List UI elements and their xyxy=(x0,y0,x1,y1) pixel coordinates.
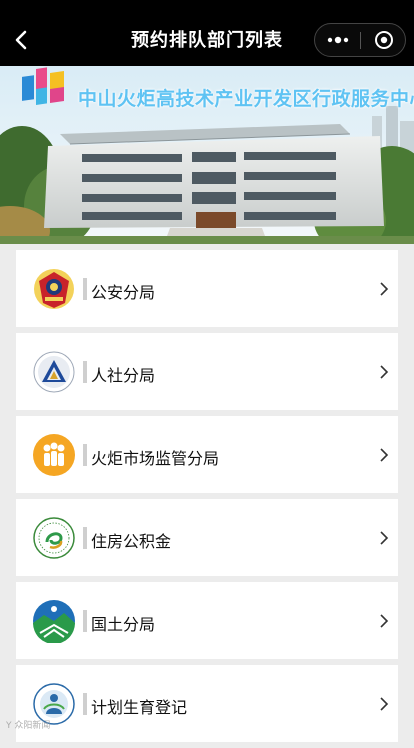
more-dots-icon xyxy=(327,36,348,44)
chevron-right-icon xyxy=(380,614,389,628)
mini-program-capsule xyxy=(314,23,406,57)
item-accent-bar xyxy=(83,444,87,466)
chevron-right-icon xyxy=(380,282,389,296)
department-list: 公安分局 人社分局 火炬市场监管分局 住房公积金 国土分局 计划生育登记 xyxy=(16,250,398,748)
item-accent-bar xyxy=(83,361,87,383)
item-accent-bar xyxy=(83,610,87,632)
department-label: 住房公积金 xyxy=(91,532,172,551)
banner-image: 中山火炬高技术产业开发区行政服务中心 xyxy=(0,66,414,244)
housing-fund-icon xyxy=(33,517,75,559)
department-label: 人社分局 xyxy=(91,366,156,385)
department-label: 计划生育登记 xyxy=(91,698,188,717)
department-item-housing-fund[interactable]: 住房公积金 xyxy=(16,499,398,576)
market-supervision-icon xyxy=(33,434,75,476)
department-label: 公安分局 xyxy=(91,283,156,302)
police-emblem-icon xyxy=(34,269,74,309)
item-accent-bar xyxy=(83,527,87,549)
close-mini-program-button[interactable] xyxy=(361,24,406,56)
item-accent-bar xyxy=(83,278,87,300)
department-item-market-supervision[interactable]: 火炬市场监管分局 xyxy=(16,416,398,493)
social-security-emblem-icon xyxy=(33,351,75,393)
banner-title: 中山火炬高技术产业开发区行政服务中心 xyxy=(78,88,414,110)
department-item-family-planning[interactable]: 计划生育登记 xyxy=(16,665,398,742)
land-resources-icon xyxy=(33,600,75,643)
chevron-right-icon xyxy=(380,697,389,711)
item-accent-bar xyxy=(83,693,87,715)
department-label: 国土分局 xyxy=(91,615,156,634)
target-circle-icon xyxy=(374,31,393,49)
more-button[interactable] xyxy=(315,24,360,56)
chevron-right-icon xyxy=(380,365,389,379)
chevron-right-icon xyxy=(380,448,389,462)
chevron-right-icon xyxy=(380,531,389,545)
department-item-police[interactable]: 公安分局 xyxy=(16,250,398,327)
department-label: 火炬市场监管分局 xyxy=(91,449,220,468)
watermark: Y 众阳新闻 xyxy=(6,721,51,731)
department-item-hr[interactable]: 人社分局 xyxy=(16,333,398,410)
department-item-land-resources[interactable]: 国土分局 xyxy=(16,582,398,659)
